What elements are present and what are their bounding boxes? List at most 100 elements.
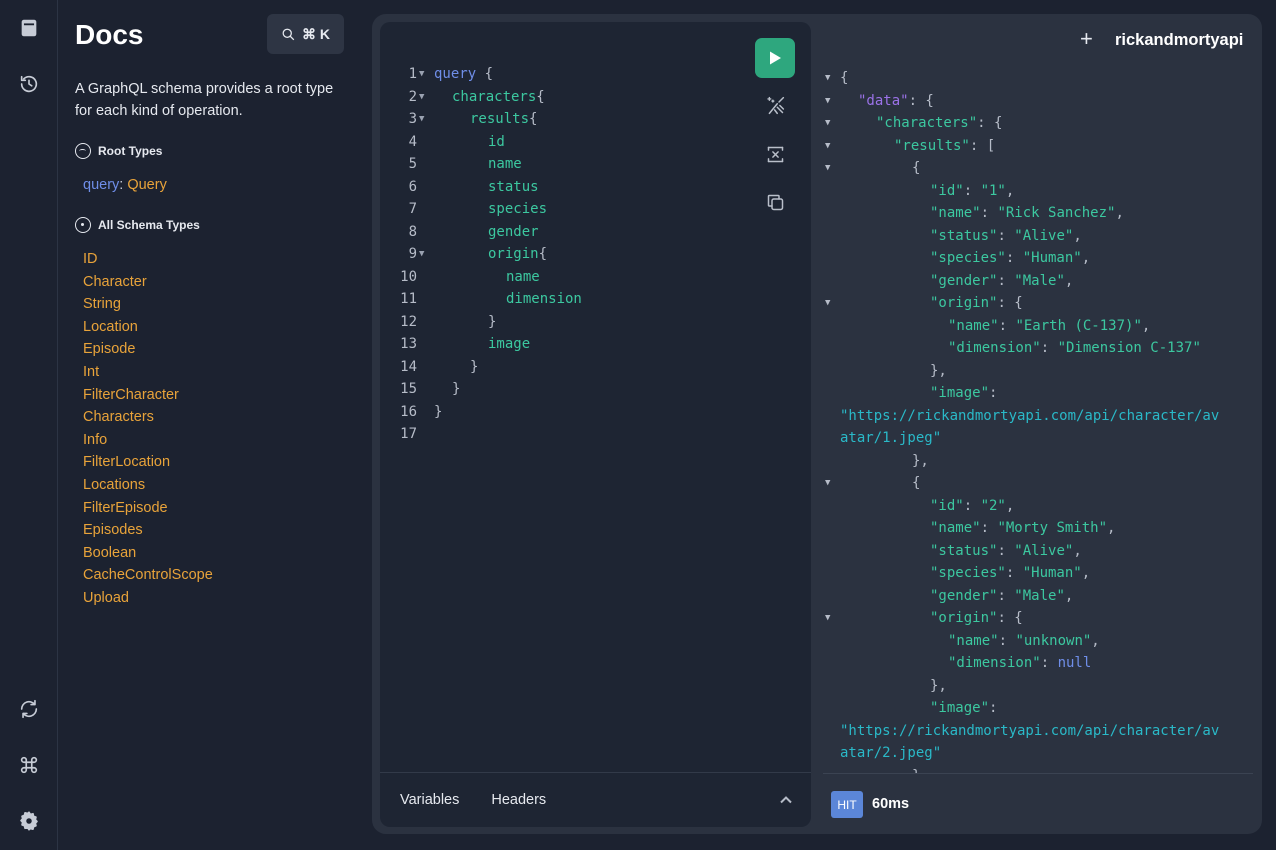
code-token: name — [488, 156, 522, 172]
root-query-keyword: query — [83, 177, 119, 193]
line-number: 11 — [380, 288, 417, 311]
cache-hit-badge: HIT — [831, 791, 863, 818]
fold-arrow-icon[interactable]: ▼ — [825, 135, 830, 158]
result-token: , — [1065, 273, 1073, 289]
result-token: , — [1082, 565, 1090, 581]
result-token: "2" — [981, 498, 1006, 514]
result-token: : — [997, 273, 1014, 289]
fold-arrow-icon[interactable]: ▼ — [825, 90, 830, 113]
chevron-up-icon[interactable] — [779, 793, 793, 807]
line-number: 1 — [380, 63, 417, 86]
result-line: ▼"origin": { — [823, 292, 1253, 315]
docs-search-button[interactable]: ⌘ K — [267, 14, 344, 54]
result-token: "name" — [948, 633, 999, 649]
response-timing: 60ms — [872, 796, 909, 812]
fold-arrow-icon[interactable]: ▼ — [825, 157, 830, 180]
line-number: 2 — [380, 86, 417, 109]
merge-fragments-button[interactable] — [761, 140, 789, 168]
merge-fragments-icon — [765, 144, 786, 165]
result-line: ▼"origin": { — [823, 607, 1253, 630]
line-number: 12 — [380, 311, 417, 334]
schema-type-link[interactable]: Int — [83, 361, 213, 384]
schema-type-link[interactable]: FilterCharacter — [83, 384, 213, 407]
schema-type-link[interactable]: Episodes — [83, 519, 213, 542]
schema-type-link[interactable]: String — [83, 293, 213, 316]
fold-arrow-icon[interactable]: ▼ — [825, 607, 830, 630]
docs-icon[interactable] — [14, 13, 44, 43]
line-number: 9 — [380, 243, 417, 266]
run-query-button[interactable] — [755, 38, 795, 78]
variables-tab[interactable]: Variables — [400, 792, 459, 808]
schema-type-link[interactable]: Upload — [83, 587, 213, 610]
result-token: "Human" — [1023, 250, 1082, 266]
result-token: : { — [997, 295, 1022, 311]
code-token: } — [452, 381, 460, 397]
result-token: "id" — [930, 183, 964, 199]
result-token: null — [1058, 655, 1092, 671]
result-token: : — [997, 228, 1014, 244]
fold-arrow-icon[interactable]: ▼ — [419, 63, 424, 86]
result-token: : — [989, 700, 997, 716]
result-token: : — [989, 385, 997, 401]
settings-icon[interactable] — [14, 806, 44, 836]
prettify-button[interactable] — [761, 91, 789, 119]
schema-type-link[interactable]: Locations — [83, 474, 213, 497]
schema-type-link[interactable]: Character — [83, 271, 213, 294]
result-token: : — [1041, 340, 1058, 356]
copy-query-button[interactable] — [761, 188, 789, 216]
query-editor[interactable]: 1▼query {2▼characters{3▼results{4id5name… — [380, 22, 811, 827]
root-types-heading: Root Types — [75, 143, 162, 159]
schema-type-link[interactable]: FilterEpisode — [83, 497, 213, 520]
schema-type-link[interactable]: Episode — [83, 338, 213, 361]
result-token: atar/1.jpeg" — [840, 430, 941, 446]
line-number: 10 — [380, 266, 417, 289]
fold-arrow-icon[interactable]: ▼ — [419, 243, 424, 266]
fold-arrow-icon[interactable]: ▼ — [825, 67, 830, 90]
schema-type-link[interactable]: CacheControlScope — [83, 564, 213, 587]
fold-arrow-icon[interactable]: ▼ — [825, 292, 830, 315]
fold-arrow-icon[interactable]: ▼ — [419, 108, 424, 131]
schema-type-link[interactable]: Info — [83, 429, 213, 452]
docs-title: Docs — [75, 19, 143, 51]
result-line: atar/2.jpeg" — [823, 742, 1253, 765]
schema-type-link[interactable]: ID — [83, 248, 213, 271]
schema-type-link[interactable]: Location — [83, 316, 213, 339]
result-token: "species" — [930, 565, 1006, 581]
code-token: species — [488, 201, 547, 217]
result-divider — [823, 773, 1253, 774]
result-token: "dimension" — [948, 655, 1041, 671]
result-token: , — [1073, 543, 1081, 559]
code-token: origin — [488, 246, 539, 262]
result-token: : — [997, 588, 1014, 604]
code-token: { — [539, 246, 547, 262]
result-token: { — [912, 160, 920, 176]
history-icon[interactable] — [14, 69, 44, 99]
refetch-icon[interactable] — [14, 694, 44, 724]
schema-type-link[interactable]: Characters — [83, 406, 213, 429]
docs-panel: Docs ⌘ K A GraphQL schema provides a roo… — [59, 0, 362, 850]
result-token: : — [997, 543, 1014, 559]
result-token: "image" — [930, 385, 989, 401]
code-token: characters — [452, 89, 536, 105]
result-token: "Morty Smith" — [997, 520, 1107, 536]
result-line: "species": "Human", — [823, 562, 1253, 585]
headers-tab[interactable]: Headers — [491, 792, 546, 808]
result-token: "image" — [930, 700, 989, 716]
shortcuts-icon[interactable] — [14, 750, 44, 780]
schema-type-link[interactable]: FilterLocation — [83, 451, 213, 474]
fold-arrow-icon[interactable]: ▼ — [825, 112, 830, 135]
code-token: id — [488, 134, 505, 150]
fold-arrow-icon[interactable]: ▼ — [825, 472, 830, 495]
result-viewer[interactable]: ▼{▼"data": {▼"characters": {▼"results": … — [823, 66, 1253, 773]
schema-type-link[interactable]: Boolean — [83, 542, 213, 565]
add-tab-button[interactable]: + — [1080, 28, 1093, 50]
result-line: "name": "Earth (C-137)", — [823, 315, 1253, 338]
fold-arrow-icon[interactable]: ▼ — [419, 86, 424, 109]
result-token: "https://rickandmortyapi.com/api/charact… — [840, 408, 1219, 424]
result-line: "status": "Alive", — [823, 225, 1253, 248]
code-token: dimension — [506, 291, 582, 307]
result-line: ▼"results": [ — [823, 135, 1253, 158]
root-query-type-link[interactable]: Query — [127, 177, 167, 193]
result-line: }, — [823, 765, 1253, 774]
copy-icon — [765, 192, 786, 213]
